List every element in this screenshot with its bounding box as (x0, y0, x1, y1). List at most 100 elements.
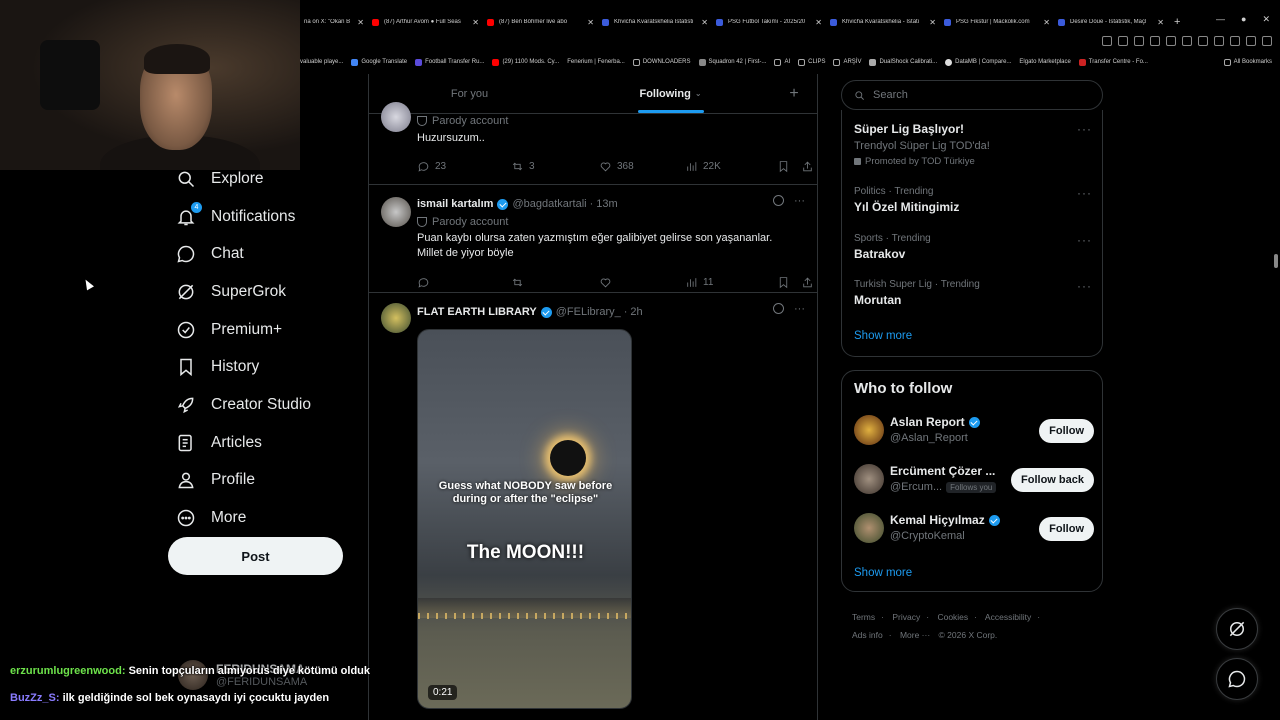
browser-tab[interactable]: Khvicha Kvaratskhelia İstatisti ✕ (598, 12, 712, 32)
browser-tab[interactable]: na on X: "Okan B ✕ (300, 12, 368, 32)
close-icon[interactable]: ✕ (1157, 18, 1164, 27)
more-icon[interactable]: ··· (794, 303, 805, 315)
show-more-link[interactable]: Show more (854, 567, 912, 579)
retweet-button[interactable]: 3 (511, 160, 599, 173)
extension-icon[interactable] (1166, 36, 1176, 46)
tweet-time[interactable]: 2h (630, 306, 642, 318)
close-icon[interactable]: ✕ (701, 18, 708, 27)
zoom-icon[interactable] (1118, 36, 1128, 46)
search-box[interactable] (841, 80, 1103, 110)
translate-icon[interactable] (1102, 36, 1112, 46)
bookmark[interactable]: Squadron 42 | First-... (698, 58, 766, 66)
nav-item-notifications[interactable]: 4 Notifications (168, 198, 368, 236)
minimize-icon[interactable]: — (1216, 14, 1225, 25)
nav-item-history[interactable]: History (168, 348, 368, 386)
add-tab-button[interactable]: + (771, 74, 817, 113)
messages-fab-button[interactable] (1216, 658, 1258, 700)
footer-link[interactable]: Accessibility (985, 612, 1031, 622)
suggestion-name[interactable]: Ercüment Çözer ... (890, 464, 995, 478)
more-icon[interactable]: ··· (1077, 233, 1092, 247)
footer-link[interactable]: More ··· (900, 630, 930, 640)
share-icon[interactable] (1134, 36, 1144, 46)
bookmark[interactable]: Google Translate (351, 58, 407, 66)
nav-item-more[interactable]: More (168, 499, 368, 537)
avatar[interactable] (854, 513, 884, 543)
extension-icon[interactable] (1198, 36, 1208, 46)
browser-tab[interactable]: PSG Futbol Takımı - 2025/20 ✕ (712, 12, 826, 32)
avatar[interactable] (854, 415, 884, 445)
footer-link[interactable]: Terms (852, 612, 875, 622)
trend-item[interactable]: Sports · Trending Batrakov ··· (854, 233, 1092, 261)
bookmark-folder[interactable]: AI (774, 58, 790, 66)
bookmark-button[interactable] (777, 160, 801, 173)
search-input[interactable] (873, 89, 1073, 101)
nav-item-profile[interactable]: Profile (168, 462, 368, 500)
nav-item-supergrok[interactable]: SuperGrok (168, 273, 368, 311)
extension-icon[interactable] (1182, 36, 1192, 46)
trend-item[interactable]: Politics · Trending Yıl Özel Mitingimiz … (854, 186, 1092, 214)
bookmark-folder[interactable]: DOWNLOADERS (632, 58, 691, 66)
follow-back-button[interactable]: Follow back (1011, 468, 1094, 492)
browser-tab[interactable]: PSG Fikstür | Mackolik.com ✕ (940, 12, 1054, 32)
reply-button[interactable] (417, 276, 511, 289)
close-icon[interactable]: ✕ (587, 18, 594, 27)
close-icon[interactable]: ✕ (1043, 18, 1050, 27)
follow-suggestion[interactable]: Aslan Report @Aslan_Report Follow (854, 415, 1094, 449)
suggestion-name[interactable]: Kemal Hiçyılmaz (890, 513, 1004, 527)
show-more-link[interactable]: Show more (854, 330, 912, 342)
nav-item-articles[interactable]: Articles (168, 424, 368, 462)
trend-item[interactable]: Turkish Super Lig · Trending Morutan ··· (854, 279, 1092, 307)
footer-link[interactable]: Ads info (852, 630, 883, 640)
bookmark[interactable]: DualShock Calibrati... (869, 58, 937, 66)
grok-icon[interactable] (773, 195, 784, 206)
like-button[interactable]: 368 (599, 160, 685, 173)
bookmark[interactable]: Transfer Centre - Fo... (1078, 58, 1148, 66)
views-button[interactable]: 11 (685, 276, 777, 289)
author-handle[interactable]: @FELibrary_ (556, 306, 621, 318)
follow-suggestion[interactable]: Ercüment Çözer ... @Ercum... Follows you … (854, 464, 1094, 498)
tweet-time[interactable]: 13m (596, 198, 617, 210)
nav-item-chat[interactable]: Chat (168, 235, 368, 273)
views-button[interactable]: 22K (685, 160, 777, 173)
more-icon[interactable]: ··· (1077, 122, 1092, 136)
nav-item-explore[interactable]: Explore (168, 160, 368, 198)
maximize-icon[interactable]: ● (1241, 14, 1246, 25)
browser-tab[interactable]: Khvicha Kvaratskhelia - İstati ✕ (826, 12, 940, 32)
follow-button[interactable]: Follow (1039, 419, 1094, 443)
grok-icon[interactable] (773, 303, 784, 314)
browser-tab[interactable]: (87) Arthur Avom ● Full Seas ✕ (368, 12, 483, 32)
follow-button[interactable]: Follow (1039, 517, 1094, 541)
tweet[interactable]: ismail kartalım @bagdatkartali · 13m ···… (369, 185, 817, 293)
author-name[interactable]: ismail kartalım (417, 198, 493, 210)
bookmark[interactable]: Fenerium | Fenerba... (567, 59, 625, 65)
browser-tab[interactable]: (87) Ben Böhmer live abo ✕ (483, 12, 598, 32)
browser-tab-active[interactable]: Desire Doue - İstatistik, Maçl ✕ (1054, 12, 1168, 32)
avatar[interactable] (381, 197, 411, 227)
close-window-icon[interactable]: ✕ (1262, 14, 1270, 25)
bookmark-button[interactable] (777, 276, 801, 289)
puzzle-icon[interactable] (1230, 36, 1240, 46)
author-name[interactable]: FLAT EARTH LIBRARY (417, 306, 537, 318)
nav-item-premium[interactable]: Premium+ (168, 311, 368, 349)
nav-item-creator-studio[interactable]: Creator Studio (168, 386, 368, 424)
more-icon[interactable]: ··· (1077, 279, 1092, 293)
bookmark[interactable]: Elgato Marketplace (1019, 59, 1070, 65)
suggestion-name[interactable]: Aslan Report (890, 415, 984, 429)
video-player[interactable]: Guess what NOBODY saw before during or a… (417, 329, 632, 709)
close-icon[interactable]: ✕ (929, 18, 936, 27)
tab-following[interactable]: Following ⌄ (570, 74, 771, 113)
close-icon[interactable]: ✕ (472, 18, 479, 27)
new-tab-button[interactable]: + (1174, 16, 1180, 28)
scrollbar-thumb[interactable] (1274, 254, 1278, 268)
bookmark[interactable]: valuable playe... (300, 59, 343, 65)
close-icon[interactable]: ✕ (357, 18, 364, 27)
follow-suggestion[interactable]: Kemal Hiçyılmaz @CryptoKemal Follow (854, 513, 1094, 547)
post-button[interactable]: Post (168, 537, 343, 575)
extension-icon[interactable] (1214, 36, 1224, 46)
tweet[interactable]: Parody account Huzursuzum.. 23 3 368 22K (369, 102, 817, 185)
author-handle[interactable]: @bagdatkartali (512, 198, 586, 210)
like-button[interactable] (599, 276, 685, 289)
more-icon[interactable]: ··· (1077, 186, 1092, 200)
bookmark[interactable]: (29) 1100 Mods. Cy... (492, 58, 559, 66)
trend-item[interactable]: Süper Lig Başlıyor! Trendyol Süper Lig T… (854, 122, 1092, 167)
